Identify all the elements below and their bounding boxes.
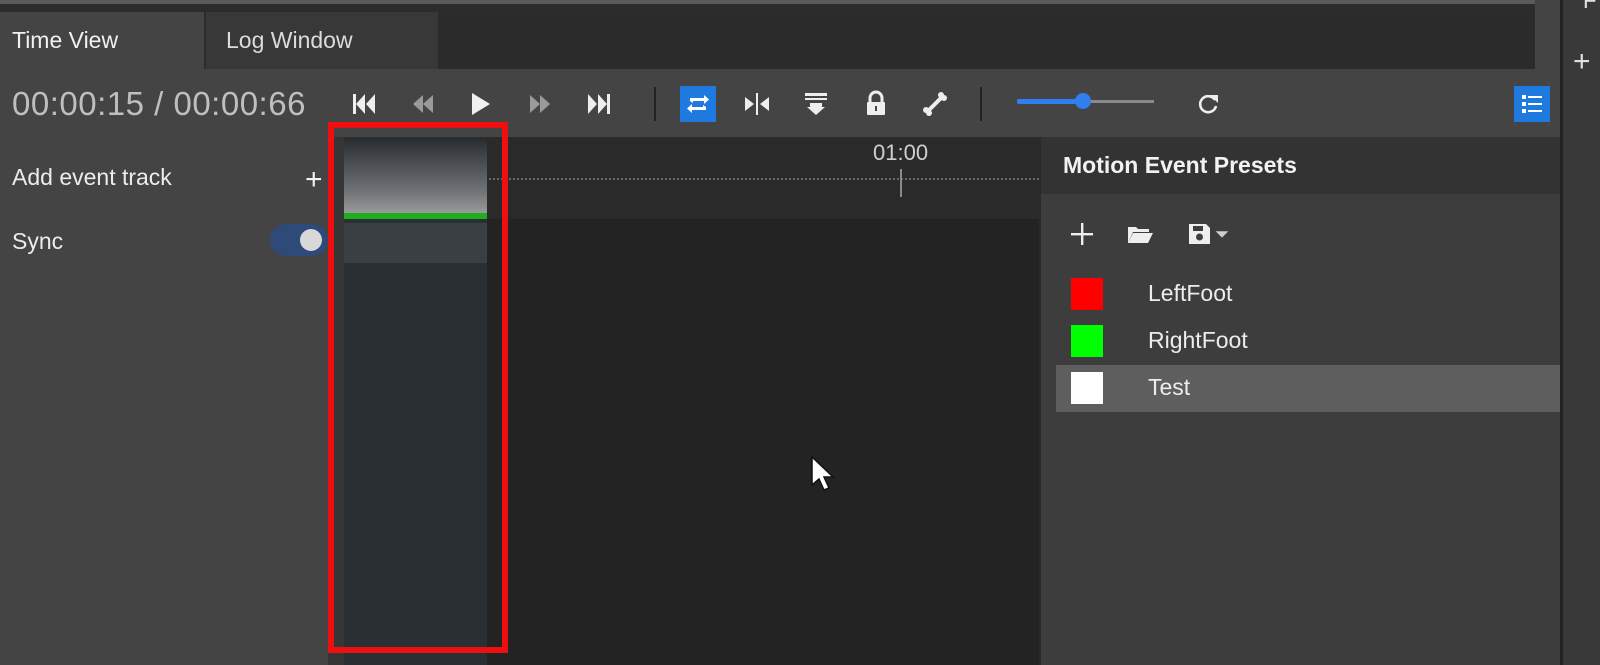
- lock-icon: [867, 90, 885, 115]
- tab-time-view[interactable]: Time View: [0, 12, 204, 69]
- skip-to-end-icon: [588, 94, 610, 114]
- open-preset-button[interactable]: [1123, 217, 1157, 251]
- plus-icon: [1071, 223, 1093, 245]
- play-icon: [472, 93, 490, 115]
- plus-icon: +: [1573, 45, 1591, 78]
- mirror-button[interactable]: [739, 86, 775, 122]
- preset-name: RightFoot: [1148, 327, 1248, 353]
- motion-event-presets-panel: Motion Event Presets LeftFoot RightFoot …: [1039, 137, 1562, 665]
- loop-toggle-button[interactable]: [680, 86, 716, 122]
- zoom-slider-fill: [1017, 99, 1083, 104]
- track-list-panel: Add event track + Sync: [0, 137, 328, 665]
- playback-toolbar: 00:00:15 / 00:00:66: [0, 69, 1560, 137]
- mouse-cursor-icon: [811, 455, 835, 491]
- sync-toggle-knob: [300, 229, 322, 251]
- skip-to-end-button[interactable]: [581, 86, 617, 122]
- tab-log-window[interactable]: Log Window: [206, 12, 438, 69]
- preset-row-test[interactable]: Test: [1056, 365, 1562, 412]
- adjacent-add-button[interactable]: +: [1573, 45, 1591, 79]
- add-event-track-label: Add event track: [12, 164, 172, 190]
- zoom-slider-knob[interactable]: [1074, 93, 1091, 109]
- adjacent-panel-title: F: [1583, 0, 1597, 13]
- window-top-divider: [0, 4, 1535, 12]
- list-view-icon: [1522, 95, 1542, 113]
- sync-toggle[interactable]: [270, 224, 328, 256]
- tab-bar: Time View Log Window: [0, 12, 1535, 69]
- add-preset-button[interactable]: [1065, 217, 1099, 251]
- preset-row-leftfoot[interactable]: LeftFoot: [1056, 271, 1562, 318]
- preset-name: Test: [1148, 374, 1191, 400]
- step-back-icon: [413, 95, 433, 113]
- bone-icon: [923, 92, 947, 116]
- preset-color-swatch[interactable]: [1071, 278, 1103, 310]
- toolbar-separator: [654, 87, 656, 121]
- list-view-button[interactable]: [1514, 86, 1550, 122]
- sync-label: Sync: [12, 228, 64, 254]
- loop-icon: [687, 95, 709, 113]
- save-options-dropdown[interactable]: [1211, 217, 1233, 251]
- plus-icon: +: [305, 163, 323, 196]
- step-back-button[interactable]: [405, 86, 441, 122]
- adjacent-panel-edge: F +: [1560, 0, 1600, 665]
- chevron-down-icon: [1215, 231, 1229, 238]
- skip-to-start-icon: [353, 94, 375, 114]
- preset-row-rightfoot[interactable]: RightFoot: [1056, 318, 1562, 365]
- timecode-display: 00:00:15 / 00:00:66: [12, 85, 306, 122]
- ruler-major-tick: [900, 169, 902, 197]
- presets-title: Motion Event Presets: [1063, 152, 1297, 178]
- skip-to-start-button[interactable]: [346, 86, 382, 122]
- reset-icon: [1198, 94, 1218, 114]
- lock-button[interactable]: [858, 86, 894, 122]
- insert-icon: [805, 93, 827, 115]
- ruler-label: 01:00: [873, 140, 929, 165]
- zoom-slider[interactable]: [1017, 93, 1154, 109]
- preset-color-swatch[interactable]: [1071, 325, 1103, 357]
- mirror-icon: [745, 93, 769, 115]
- highlight-box: [328, 122, 508, 653]
- play-button[interactable]: [462, 86, 498, 122]
- step-forward-button[interactable]: [522, 86, 558, 122]
- bone-button[interactable]: [917, 86, 953, 122]
- presets-header: Motion Event Presets: [1041, 137, 1562, 194]
- preset-color-swatch[interactable]: [1071, 372, 1103, 404]
- reset-button[interactable]: [1190, 86, 1226, 122]
- folder-open-icon: [1128, 227, 1153, 243]
- insert-button[interactable]: [798, 86, 834, 122]
- preset-name: LeftFoot: [1148, 280, 1233, 306]
- presets-body: LeftFoot RightFoot Test: [1041, 194, 1562, 665]
- step-forward-icon: [530, 95, 550, 113]
- toolbar-separator: [980, 87, 982, 121]
- add-event-track-button[interactable]: +: [305, 165, 323, 195]
